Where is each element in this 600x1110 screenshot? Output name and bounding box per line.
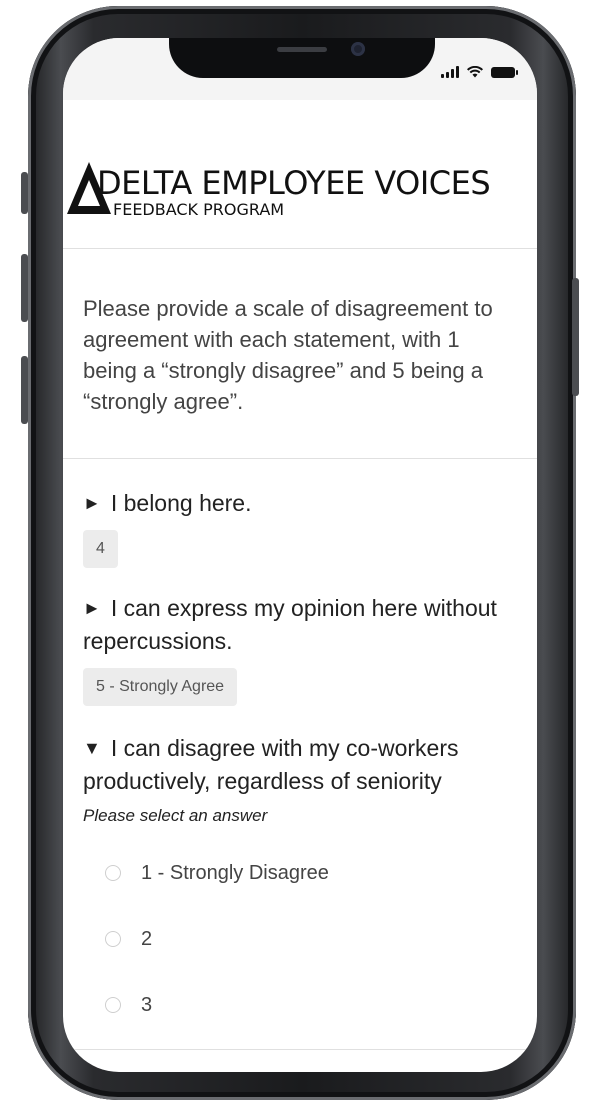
question-header-1[interactable]: ► I belong here. <box>83 487 517 520</box>
status-icons <box>441 66 518 78</box>
side-button-volume-down <box>21 356 28 424</box>
question-block-1: ► I belong here. 4 <box>63 487 537 568</box>
logo-subtitle: FEEDBACK PROGRAM <box>113 200 285 219</box>
option-label: 3 <box>141 993 153 1016</box>
signal-icon <box>441 66 459 78</box>
side-button-volume-up <box>21 254 28 322</box>
question-block-2: ► I can express my opinion here without r… <box>63 592 537 706</box>
question-text-3: I can disagree with my co-workers produc… <box>83 735 459 794</box>
logo-header: DELTA EMPLOYEE VOICES FEEDBACK PROGRAM <box>63 100 537 249</box>
radio-button[interactable] <box>105 997 121 1013</box>
survey-content: DELTA EMPLOYEE VOICES FEEDBACK PROGRAM P… <box>63 100 537 1038</box>
status-bar <box>63 38 537 100</box>
radio-button[interactable] <box>105 931 121 947</box>
expand-arrow-icon: ► <box>83 598 101 618</box>
divider <box>63 1049 537 1050</box>
question-header-3[interactable]: ▼ I can disagree with my co-workers produ… <box>83 732 517 798</box>
collapse-arrow-icon: ▼ <box>83 738 101 758</box>
speaker-grille <box>277 47 327 52</box>
notch <box>169 38 435 78</box>
answer-chip-2[interactable]: 5 - Strongly Agree <box>83 668 238 706</box>
answer-options: 1 - Strongly Disagree 2 3 <box>83 840 517 1038</box>
option-1-strongly-disagree[interactable]: 1 - Strongly Disagree <box>83 840 517 906</box>
select-answer-hint: Please select an answer <box>83 806 268 825</box>
logo-title: DELTA EMPLOYEE VOICES <box>97 164 491 202</box>
side-button-mute <box>21 172 28 214</box>
option-label: 2 <box>141 927 153 950</box>
question-text-2: I can express my opinion here without re… <box>83 595 497 654</box>
radio-button[interactable] <box>105 865 121 881</box>
front-camera <box>351 42 365 56</box>
question-header-2[interactable]: ► I can express my opinion here without r… <box>83 592 517 658</box>
question-text-1: I belong here. <box>110 490 252 516</box>
side-button-power <box>572 278 579 396</box>
instructions-text: Please provide a scale of disagreement t… <box>63 249 537 459</box>
expand-arrow-icon: ► <box>83 493 101 513</box>
answer-chip-1[interactable]: 4 <box>83 530 118 568</box>
option-label: 1 - Strongly Disagree <box>141 861 329 884</box>
option-3[interactable]: 3 <box>83 972 517 1038</box>
wifi-icon <box>467 66 483 78</box>
option-2[interactable]: 2 <box>83 906 517 972</box>
battery-icon <box>491 67 518 78</box>
question-block-3: ▼ I can disagree with my co-workers produ… <box>63 732 537 1038</box>
phone-screen: DELTA EMPLOYEE VOICES FEEDBACK PROGRAM P… <box>63 38 537 1072</box>
